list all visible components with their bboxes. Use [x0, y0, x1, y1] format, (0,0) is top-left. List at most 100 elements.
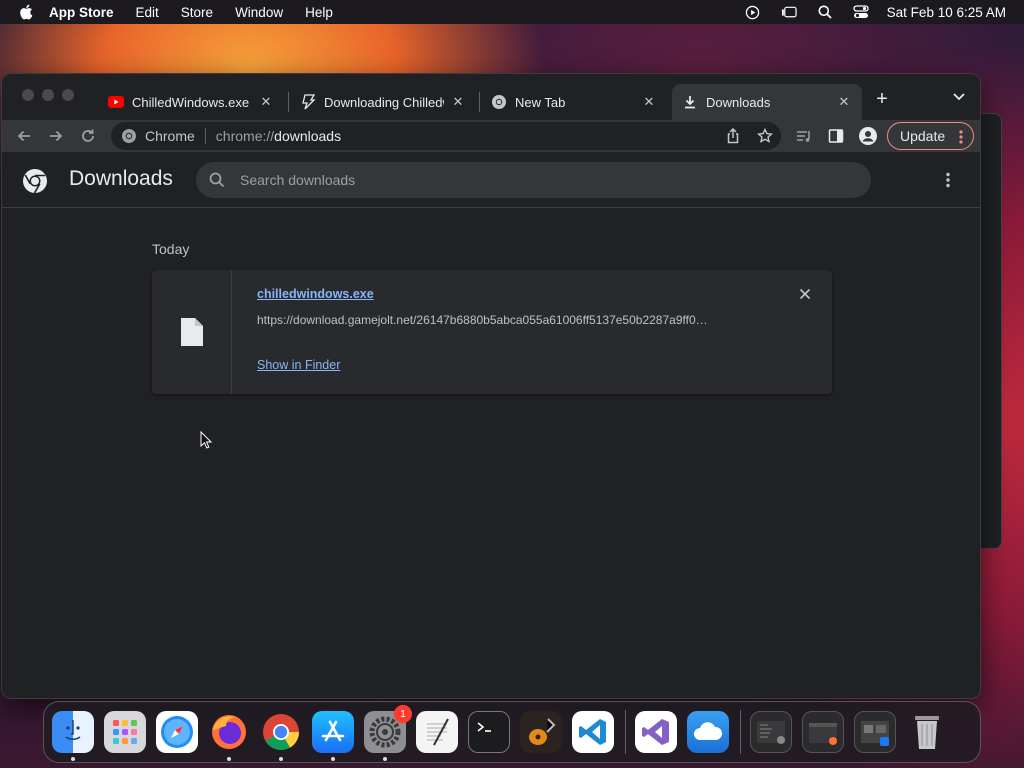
- page-title: Downloads: [69, 167, 173, 190]
- dock-launchpad[interactable]: [104, 711, 146, 753]
- download-icon: [682, 94, 698, 110]
- site-chip-label: Chrome: [145, 128, 195, 144]
- browser-toolbar: Chrome chrome://downloads Update: [2, 120, 980, 152]
- download-item: chilledwindows.exe https://download.game…: [152, 270, 832, 394]
- menu-bar-clock[interactable]: Sat Feb 10 6:25 AM: [887, 5, 1006, 20]
- download-file-link[interactable]: chilledwindows.exe: [257, 287, 374, 301]
- menu-app-name[interactable]: App Store: [49, 5, 114, 20]
- tab-title: Downloading Chilledwi: [324, 94, 444, 110]
- tab-downloads[interactable]: Downloads ✕: [672, 84, 862, 120]
- new-tab-button[interactable]: +: [872, 89, 892, 109]
- downloads-header: Downloads: [2, 152, 980, 208]
- bookmark-star-icon[interactable]: [756, 127, 774, 147]
- control-center-icon[interactable]: [853, 4, 869, 20]
- chrome-window: ChilledWindows.exe on ✕ Downloading Chil…: [1, 73, 981, 699]
- remove-download-icon[interactable]: [798, 287, 812, 301]
- dock-finder[interactable]: [52, 711, 94, 761]
- menu-edit[interactable]: Edit: [136, 5, 159, 20]
- gamejolt-icon: [300, 94, 316, 110]
- tab-new-tab[interactable]: New Tab ✕: [481, 84, 667, 120]
- launchpad-icon: [113, 720, 137, 744]
- tab-youtube[interactable]: ChilledWindows.exe on ✕: [98, 84, 284, 120]
- omnibox-divider: [204, 128, 206, 144]
- dock-terminal[interactable]: [468, 711, 510, 753]
- close-tab-icon[interactable]: ✕: [836, 94, 852, 110]
- youtube-icon: [108, 94, 124, 110]
- address-bar[interactable]: Chrome chrome://downloads: [111, 122, 781, 150]
- more-options-icon[interactable]: [939, 171, 957, 189]
- url-host: downloads: [274, 128, 342, 144]
- update-label: Update: [900, 128, 946, 144]
- vscode-icon: [579, 719, 606, 745]
- dock-minimized-window-2[interactable]: [802, 711, 844, 753]
- close-tab-icon[interactable]: ✕: [258, 94, 274, 110]
- window-thumbnail-icon: [757, 721, 785, 744]
- dock-google-chrome[interactable]: [260, 711, 302, 761]
- tab-divider: [479, 92, 480, 112]
- notification-badge: 1: [394, 705, 412, 723]
- mouse-cursor-icon: [200, 431, 212, 449]
- reload-icon[interactable]: [78, 126, 98, 146]
- running-indicator: [71, 757, 75, 761]
- close-tab-icon[interactable]: ✕: [450, 94, 466, 110]
- stage-manager-icon[interactable]: [781, 4, 797, 20]
- tab-title: Downloads: [706, 94, 771, 110]
- running-indicator: [279, 757, 283, 761]
- tab-strip: ChilledWindows.exe on ✕ Downloading Chil…: [2, 74, 980, 120]
- apple-icon[interactable]: [19, 4, 33, 20]
- more-menu-icon[interactable]: [959, 129, 963, 148]
- dock-minimized-window-1[interactable]: [750, 711, 792, 753]
- app-store-icon: [321, 720, 345, 742]
- dock-garageband[interactable]: [520, 711, 562, 753]
- search-icon: [209, 172, 225, 188]
- close-tab-icon[interactable]: ✕: [641, 94, 657, 110]
- back-arrow-icon[interactable]: [14, 126, 34, 146]
- menu-help[interactable]: Help: [305, 5, 333, 20]
- close-window-button[interactable]: [22, 89, 34, 101]
- textedit-icon: [427, 718, 449, 746]
- site-info-chip[interactable]: Chrome: [121, 128, 195, 144]
- running-indicator: [227, 757, 231, 761]
- zoom-window-button[interactable]: [62, 89, 74, 101]
- dock-textedit[interactable]: [416, 711, 458, 753]
- dock: 1: [43, 701, 981, 763]
- spotlight-search-icon[interactable]: [817, 4, 833, 20]
- chrome-logo-icon: [23, 169, 47, 194]
- minimize-window-button[interactable]: [42, 89, 54, 101]
- dock-vscode[interactable]: [572, 711, 614, 753]
- dock-safari[interactable]: [156, 711, 198, 753]
- profile-avatar[interactable]: [858, 126, 878, 146]
- tab-gamejolt[interactable]: Downloading Chilledwi ✕: [290, 84, 476, 120]
- dock-visual-studio[interactable]: [635, 711, 677, 753]
- window-thumbnail-icon: [809, 723, 837, 745]
- window-controls: [22, 89, 74, 101]
- finder-icon: [65, 720, 81, 741]
- menu-store[interactable]: Store: [181, 5, 213, 20]
- tab-divider: [288, 92, 289, 112]
- dock-minimized-window-3[interactable]: [854, 711, 896, 753]
- menu-window[interactable]: Window: [235, 5, 283, 20]
- forward-arrow-icon[interactable]: [46, 126, 66, 146]
- search-downloads-input[interactable]: [240, 172, 840, 188]
- search-downloads-box[interactable]: [196, 162, 871, 198]
- dock-trash[interactable]: [906, 711, 948, 753]
- update-chrome-button[interactable]: Update: [887, 122, 974, 150]
- side-panel-icon[interactable]: [826, 126, 846, 146]
- tab-title: ChilledWindows.exe on: [132, 94, 252, 110]
- safari-icon: [161, 716, 193, 748]
- screen-recording-icon[interactable]: [745, 4, 761, 20]
- dock-separator: [740, 710, 741, 754]
- chrome-icon: [491, 94, 507, 110]
- reading-list-icon[interactable]: [794, 126, 814, 146]
- dock-system-settings[interactable]: 1: [364, 705, 412, 761]
- dock-app-store[interactable]: [312, 711, 354, 761]
- dock-firefox[interactable]: [208, 711, 250, 761]
- show-in-finder-link[interactable]: Show in Finder: [257, 358, 340, 372]
- icloud-icon: [694, 722, 723, 740]
- dock-icloud[interactable]: [687, 711, 729, 753]
- share-icon[interactable]: [725, 127, 741, 147]
- tab-search-chevron-icon[interactable]: [952, 89, 968, 105]
- window-thumbnail-icon: [861, 721, 889, 746]
- url-scheme: chrome://: [215, 128, 275, 144]
- firefox-icon: [212, 715, 246, 749]
